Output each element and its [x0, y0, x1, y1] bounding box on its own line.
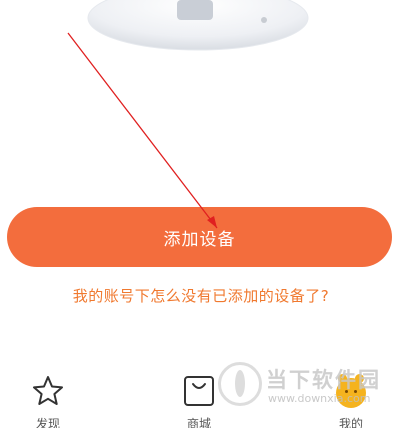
nav-label-mall: 商城 [186, 417, 211, 428]
add-device-label: 添加设备 [163, 229, 236, 249]
nav-item-mine[interactable]: 我的 [316, 368, 386, 428]
bottom-nav: 发现 商城 我的 [0, 368, 402, 428]
star-icon [30, 374, 66, 408]
shopping-bag-icon [181, 374, 217, 408]
device-illustration [87, 0, 309, 51]
app-screen: 添加设备 我的账号下怎么没有已添加的设备了? 发现 商城 我的 当下软件园 ww… [0, 0, 402, 428]
add-device-button[interactable]: 添加设备 [7, 207, 392, 267]
avatar-icon [333, 374, 369, 408]
nav-item-mall[interactable]: 商城 [164, 368, 234, 428]
missing-devices-help-link[interactable]: 我的账号下怎么没有已添加的设备了? [0, 285, 402, 306]
nav-label-discover: 发现 [35, 417, 60, 428]
nav-item-discover[interactable]: 发现 [13, 368, 83, 428]
nav-label-mine: 我的 [338, 417, 363, 428]
